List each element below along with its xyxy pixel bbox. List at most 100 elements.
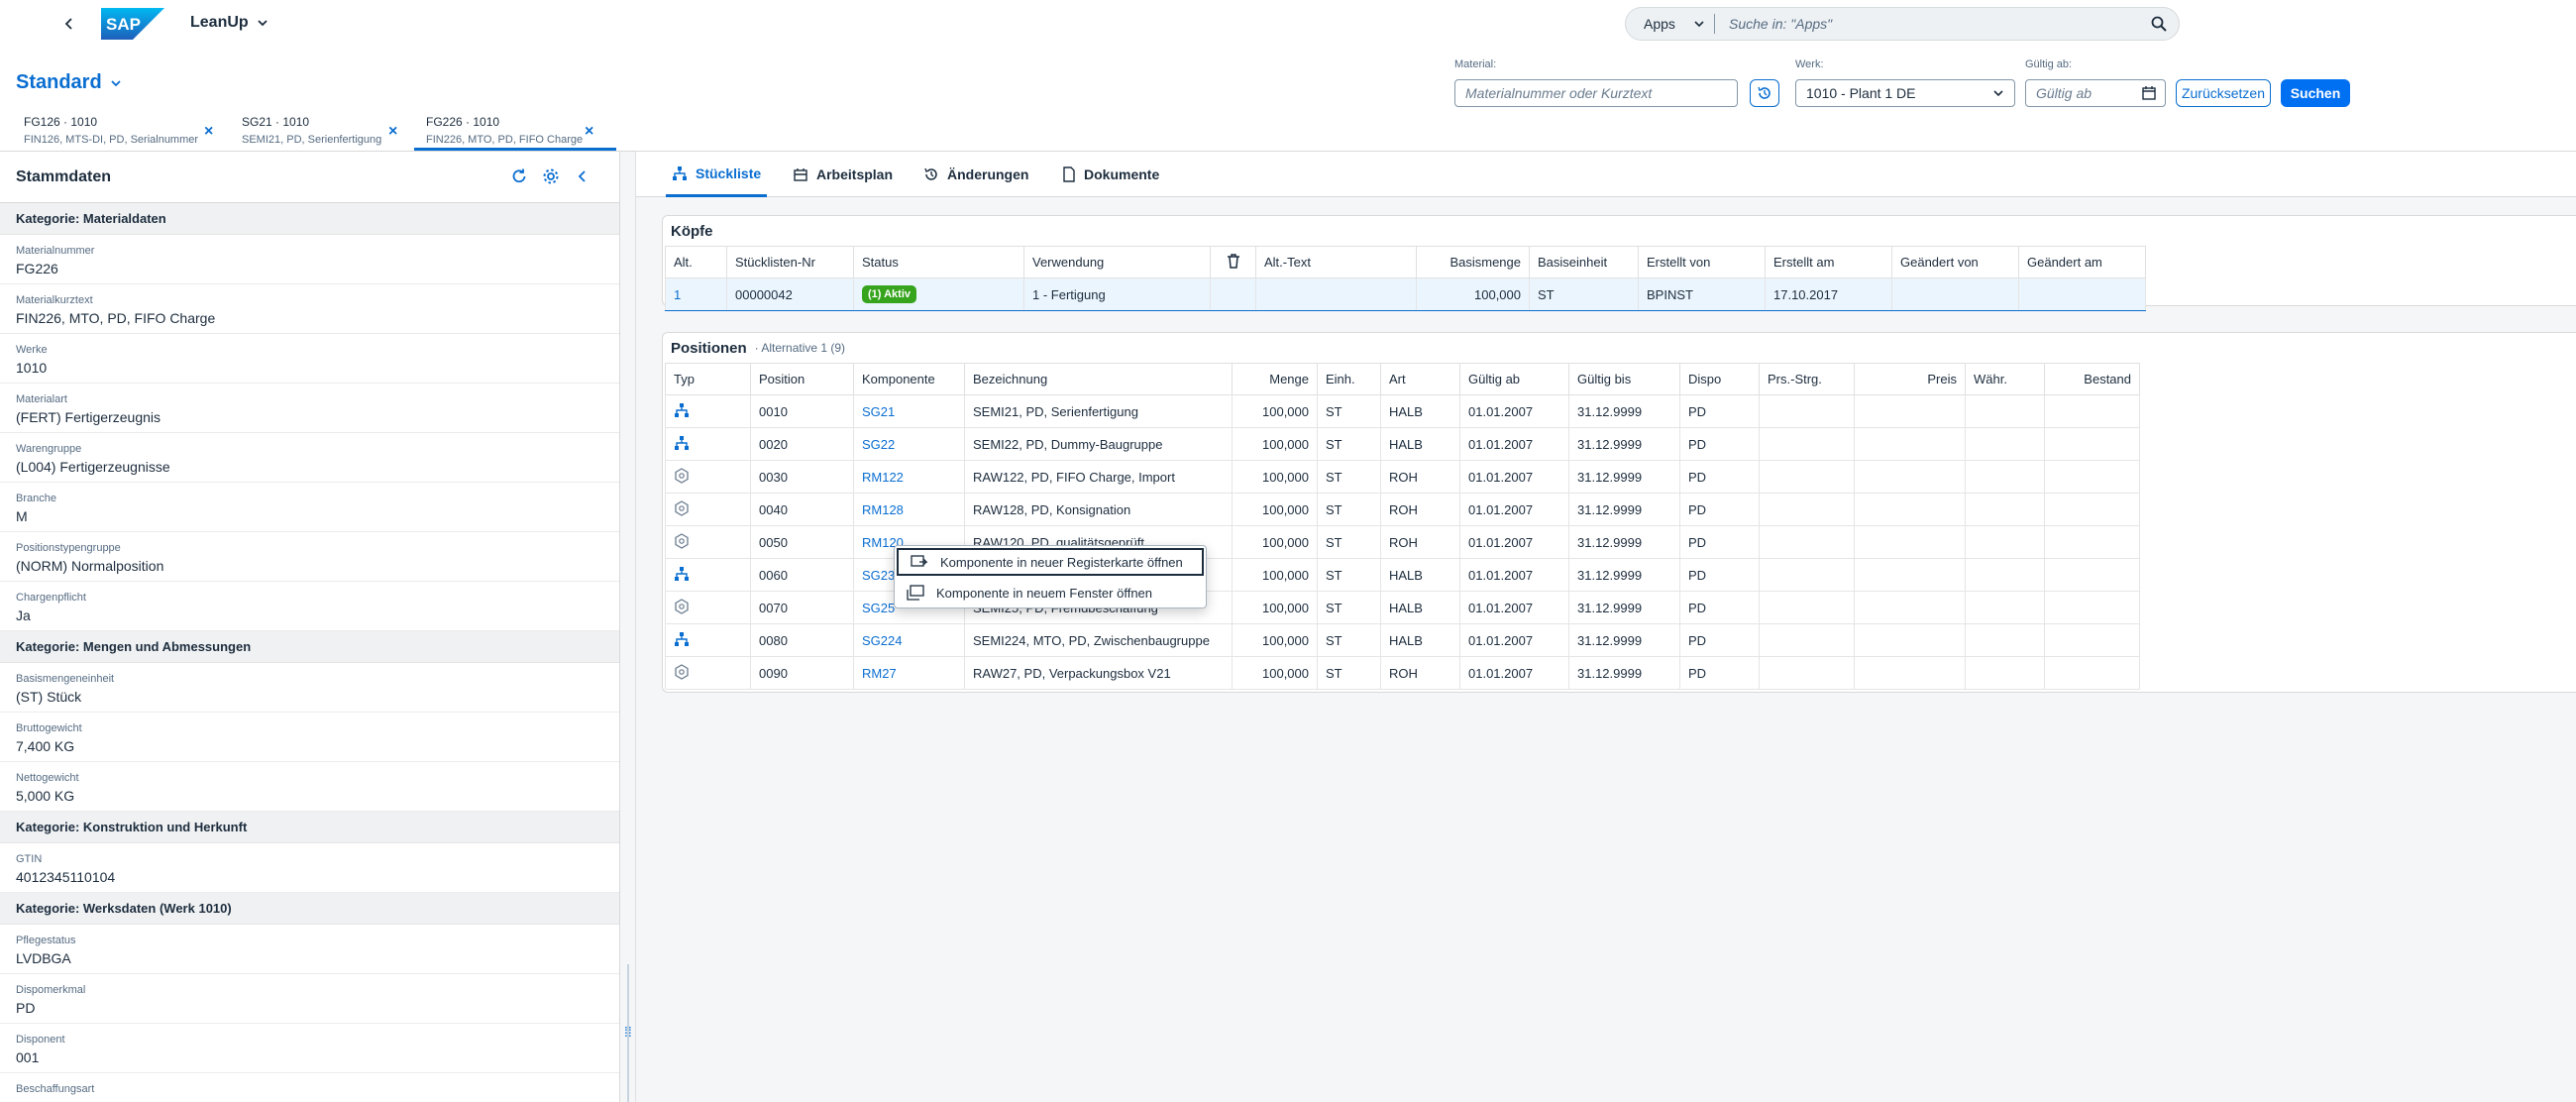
einheit-cell: ST xyxy=(1317,427,1381,461)
alt-cell[interactable]: 1 xyxy=(665,277,727,311)
verwendung-cell: 1 - Fertigung xyxy=(1023,277,1211,311)
refresh-icon[interactable] xyxy=(510,167,528,185)
search-button[interactable] xyxy=(2139,7,2179,41)
column-header[interactable]: Prs.-Strg. xyxy=(1759,363,1855,395)
history-icon xyxy=(924,167,937,180)
position-cell: 0010 xyxy=(750,394,854,428)
panel-splitter[interactable]: ⁞⁞ xyxy=(620,152,636,1102)
komponente-link[interactable]: SG22 xyxy=(853,427,965,461)
gueltig-date-input[interactable]: Gültig ab xyxy=(2025,79,2166,107)
reset-button[interactable]: Zurücksetzen xyxy=(2176,79,2271,107)
sap-logo[interactable]: SAP xyxy=(101,8,164,40)
open-in-new-window-item[interactable]: Komponente in neuem Fenster öffnen xyxy=(895,578,1206,607)
table-row[interactable]: 0010 SG21 SEMI21, PD, Serienfertigung 100,0… xyxy=(665,394,2140,428)
object-tab-fg126[interactable]: FG126 · 1010 FIN126, MTS-DI, PD, Serialn… xyxy=(12,109,220,151)
komponente-link[interactable]: SG224 xyxy=(853,623,965,657)
gueltig-ab-cell: 01.01.2007 xyxy=(1459,394,1569,428)
table-row[interactable]: 0030 RM122 RAW122, PD, FIFO Charge, Import… xyxy=(665,460,2140,494)
typ-cell xyxy=(665,460,751,494)
close-icon[interactable]: × xyxy=(388,123,397,141)
history-button[interactable] xyxy=(1750,79,1779,107)
komponente-link[interactable]: SG21 xyxy=(853,394,965,428)
close-icon[interactable]: × xyxy=(585,123,593,141)
grip-icon[interactable]: ⁞⁞ xyxy=(624,1024,632,1040)
chevron-left-icon xyxy=(64,18,72,30)
table-row[interactable]: 0070SG25SEMI25, PD, Fremdbeschaffung100,… xyxy=(665,591,2140,624)
column-header[interactable]: Stücklisten-Nr xyxy=(726,246,854,278)
tab-arbeitsplan[interactable]: Arbeitsplan xyxy=(787,152,899,197)
column-header[interactable]: Bezeichnung xyxy=(964,363,1233,395)
column-header[interactable]: Menge xyxy=(1232,363,1318,395)
column-header[interactable]: Typ xyxy=(665,363,751,395)
material-icon xyxy=(675,663,689,680)
object-tab-fg226[interactable]: FG226 · 1010 FIN226, MTO, PD, FIFO Charg… xyxy=(414,109,616,151)
table-row[interactable]: 0090 RM27 RAW27, PD, Verpackungsbox V21 100… xyxy=(665,656,2140,690)
table-row[interactable]: 0080 SG224 SEMI224, MTO, PD, Zwischenbaugr… xyxy=(665,623,2140,657)
collapse-panel-icon[interactable] xyxy=(574,167,591,185)
column-header[interactable]: Alt.-Text xyxy=(1255,246,1417,278)
column-header[interactable]: Währ. xyxy=(1965,363,2045,395)
column-header[interactable]: Alt. xyxy=(665,246,727,278)
table-row[interactable]: 0020 SG22 SEMI22, PD, Dummy-Baugruppe 100,0… xyxy=(665,427,2140,461)
column-header[interactable]: Verwendung xyxy=(1023,246,1211,278)
column-header[interactable]: Geändert von xyxy=(1891,246,2019,278)
column-header[interactable]: Basismenge xyxy=(1416,246,1530,278)
komponente-link[interactable]: RM128 xyxy=(853,493,965,526)
komponente-link[interactable]: RM27 xyxy=(853,656,965,690)
table-row[interactable]: 1 00000042 (1) Aktiv 1 - Fertigung 100,0… xyxy=(665,277,2146,311)
variant-management[interactable]: Standard xyxy=(16,71,122,94)
waehrung-cell xyxy=(1965,558,2045,592)
menge-cell: 100,000 xyxy=(1232,525,1318,559)
menge-cell: 100,000 xyxy=(1232,493,1318,526)
dispo-cell: PD xyxy=(1679,558,1760,592)
factory-icon xyxy=(794,168,807,181)
column-header[interactable]: Position xyxy=(750,363,854,395)
basiseinheit-cell: ST xyxy=(1529,277,1639,311)
search-submit-button[interactable]: Suchen xyxy=(2281,79,2350,107)
calendar-icon[interactable] xyxy=(2141,85,2157,101)
einheit-cell: ST xyxy=(1317,460,1381,494)
gueltig-bis-cell: 31.12.9999 xyxy=(1568,525,1680,559)
tab-dokumente[interactable]: Dokumente xyxy=(1056,152,1165,197)
app-title-menu[interactable]: LeanUp xyxy=(190,14,268,32)
column-header[interactable]: Bestand xyxy=(2044,363,2140,395)
chevron-down-icon xyxy=(1694,21,1704,28)
column-header[interactable]: Einh. xyxy=(1317,363,1381,395)
back-button[interactable] xyxy=(57,10,81,38)
delete-column-header[interactable] xyxy=(1210,246,1256,278)
tab-stueckliste[interactable]: Stückliste xyxy=(666,152,768,197)
waehrung-cell xyxy=(1965,591,2045,624)
table-row[interactable]: 0050 RM120 RAW120, PD, qualitätsgeprüft 100… xyxy=(665,525,2140,559)
table-row[interactable]: 0060SG23SEMI23, PD, Nachproduktion100,00… xyxy=(665,558,2140,592)
column-header[interactable]: Gültig bis xyxy=(1568,363,1680,395)
open-in-new-tab-item[interactable]: Komponente in neuer Registerkarte öffnen xyxy=(897,548,1204,576)
column-header[interactable]: Erstellt von xyxy=(1638,246,1766,278)
detail-tabs: Stückliste Arbeitsplan Änderungen Dokume… xyxy=(636,152,2576,197)
komponente-link[interactable]: RM122 xyxy=(853,460,965,494)
object-tab-sg21[interactable]: SG21 · 1010 SEMI21, PD, Serienfertigung … xyxy=(230,109,406,151)
object-tab-subtitle: FIN226, MTO, PD, FIFO Charge xyxy=(426,134,584,146)
column-header[interactable]: Geändert am xyxy=(2018,246,2146,278)
waehrung-cell xyxy=(1965,394,2045,428)
search-scope-select[interactable]: Apps xyxy=(1626,14,1715,34)
column-header[interactable]: Dispo xyxy=(1679,363,1760,395)
column-header[interactable]: Basiseinheit xyxy=(1529,246,1639,278)
tab-aenderungen[interactable]: Änderungen xyxy=(917,152,1034,197)
menge-cell: 100,000 xyxy=(1232,394,1318,428)
object-tab-subtitle: SEMI21, PD, Serienfertigung xyxy=(242,134,382,146)
column-header[interactable]: Art xyxy=(1380,363,1460,395)
column-header[interactable]: Gültig ab xyxy=(1459,363,1569,395)
gear-icon[interactable] xyxy=(542,167,560,185)
tab-label: Arbeitsplan xyxy=(816,166,894,182)
trash-icon[interactable] xyxy=(1227,253,1240,269)
column-header[interactable]: Preis xyxy=(1854,363,1966,395)
table-row[interactable]: 0040 RM128 RAW128, PD, Konsignation 100,000… xyxy=(665,493,2140,526)
column-header[interactable]: Komponente xyxy=(853,363,965,395)
material-input[interactable]: Materialnummer oder Kurztext xyxy=(1454,79,1738,107)
search-input[interactable]: Suche in: "Apps" xyxy=(1715,16,2139,32)
werk-select[interactable]: 1010 - Plant 1 DE xyxy=(1795,79,2015,107)
column-header[interactable]: Status xyxy=(853,246,1024,278)
close-icon[interactable]: × xyxy=(204,123,213,141)
column-header[interactable]: Erstellt am xyxy=(1765,246,1892,278)
gueltig-bis-cell: 31.12.9999 xyxy=(1568,558,1680,592)
